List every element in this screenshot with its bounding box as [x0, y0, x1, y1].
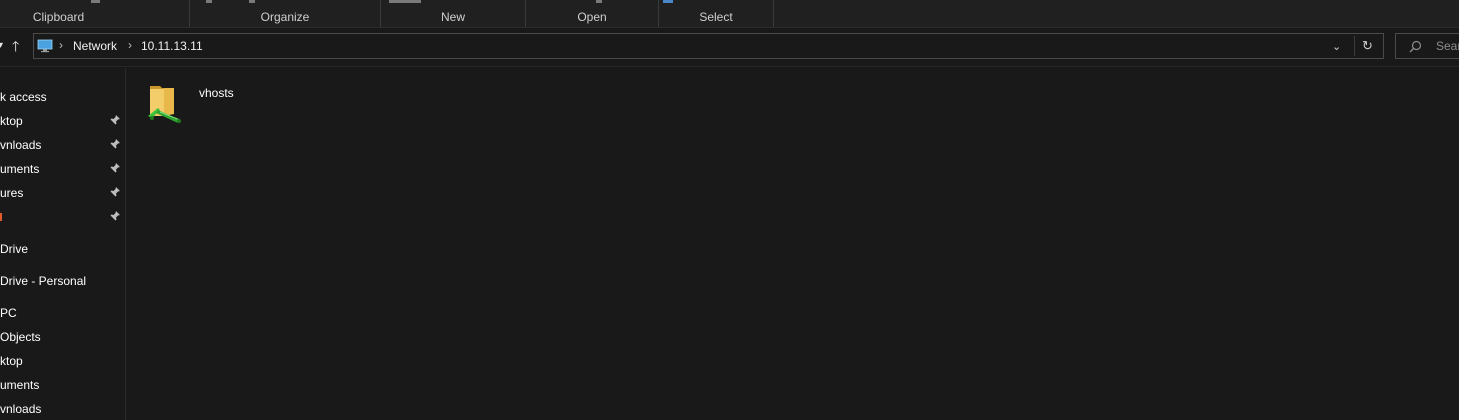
nav-item-downloads-pc[interactable]: vnloads	[0, 400, 124, 418]
folder-tile[interactable]: vhosts	[146, 76, 256, 124]
address-row: ▾ 🡑 › Network › 10.11.13.11 ⌄ ↻ Sear	[0, 28, 1459, 67]
ribbon-group-label: New	[440, 10, 465, 24]
content-pane: vhosts	[126, 68, 1459, 420]
search-placeholder: Sear	[1436, 39, 1459, 53]
nav-item-desktop-pc[interactable]: ktop	[0, 352, 124, 370]
recent-locations-chevron-icon[interactable]: ▾	[0, 40, 3, 51]
ribbon-group-organize: Organize	[190, 0, 381, 27]
divider	[1354, 36, 1355, 56]
address-bar[interactable]: › Network › 10.11.13.11 ⌄ ↻	[33, 33, 1384, 59]
breadcrumb-host[interactable]: 10.11.13.11	[141, 39, 203, 53]
breadcrumb-separator-icon[interactable]: ›	[128, 38, 132, 52]
ribbon-group-select: Select	[659, 0, 774, 27]
nav-item-label: ktop	[0, 354, 23, 368]
nav-item-desktop[interactable]: ktop	[0, 112, 124, 130]
ribbon-group-label: Open	[577, 10, 607, 24]
nav-item-documents-pc[interactable]: uments	[0, 376, 124, 394]
nav-item-onedrive-personal[interactable]: Drive - Personal	[0, 272, 124, 290]
nav-item-label: PC	[0, 306, 17, 320]
ribbon-button-stub[interactable]	[249, 0, 255, 3]
nav-item-label: ures	[0, 186, 24, 200]
nav-item-label: vnloads	[0, 402, 42, 416]
refresh-icon[interactable]: ↻	[1362, 38, 1373, 54]
pin-icon	[110, 139, 120, 149]
ribbon-button-stub[interactable]	[91, 0, 100, 3]
ribbon-group-new: New	[381, 0, 526, 27]
ribbon-group-label: Clipboard	[32, 10, 85, 24]
ribbon-group-label: Organize	[260, 10, 310, 24]
nav-item-label: Drive	[0, 242, 29, 256]
ribbon: Clipboard Organize New Open Select	[0, 0, 1459, 28]
nav-item-label: uments	[0, 378, 40, 392]
nav-item-pinned-folder[interactable]	[0, 208, 124, 226]
nav-item-onedrive[interactable]: Drive	[0, 240, 124, 258]
ribbon-button-stub[interactable]	[389, 0, 421, 3]
nav-item-documents[interactable]: uments	[0, 160, 124, 178]
this-pc-icon	[37, 39, 53, 53]
search-icon	[1409, 40, 1422, 53]
ribbon-button-stub[interactable]	[596, 0, 602, 3]
nav-item-label: k access	[0, 90, 47, 104]
pin-icon	[110, 115, 120, 125]
search-box[interactable]: Sear	[1395, 33, 1459, 59]
folder-color-icon	[0, 213, 2, 221]
nav-item-quick-access[interactable]: k access	[0, 88, 124, 106]
nav-item-label: Objects	[0, 330, 41, 344]
nav-item-label: vnloads	[0, 138, 42, 152]
pin-icon	[110, 163, 120, 173]
up-arrow-icon[interactable]: 🡑	[12, 36, 19, 60]
breadcrumb-network[interactable]: Network	[73, 39, 117, 53]
pin-icon	[110, 211, 120, 221]
nav-item-3d-objects[interactable]: Objects	[0, 328, 124, 346]
nav-item-this-pc[interactable]: PC	[0, 304, 124, 322]
nav-item-pictures[interactable]: ures	[0, 184, 124, 202]
ribbon-group-open: Open	[526, 0, 659, 27]
nav-item-label: ktop	[0, 114, 23, 128]
ribbon-group-label: Select	[699, 10, 733, 24]
folder-name: vhosts	[199, 86, 234, 100]
breadcrumb-separator-icon[interactable]: ›	[59, 38, 63, 52]
ribbon-group-clipboard: Clipboard	[0, 0, 190, 27]
nav-item-label: uments	[0, 162, 40, 176]
navigation-pane: k access ktop vnloads uments ures Drive …	[0, 68, 126, 420]
ribbon-button-stub[interactable]	[663, 0, 673, 3]
nav-item-label: Drive - Personal	[0, 274, 87, 288]
nav-item-downloads[interactable]: vnloads	[0, 136, 124, 154]
ribbon-button-stub[interactable]	[206, 0, 212, 3]
network-share-folder-icon	[148, 86, 181, 123]
pin-icon	[110, 187, 120, 197]
address-dropdown-chevron-icon[interactable]: ⌄	[1332, 40, 1341, 53]
